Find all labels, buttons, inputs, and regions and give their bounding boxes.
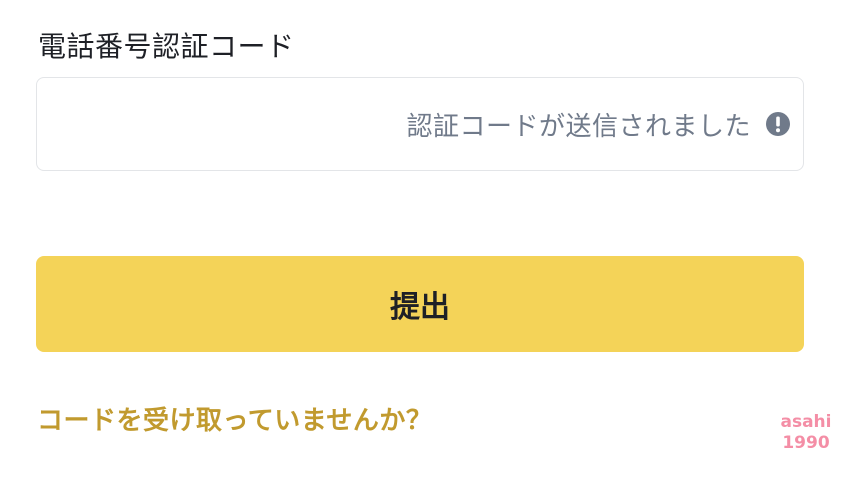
watermark: asahi 1990	[776, 412, 836, 454]
exclamation-circle-icon	[765, 111, 791, 137]
watermark-line-2: 1990	[782, 433, 830, 453]
watermark-line-1: asahi	[780, 412, 832, 432]
verification-code-input[interactable]: 認証コードが送信されました	[36, 77, 804, 171]
input-status-text: 認証コードが送信されました	[406, 111, 751, 142]
field-label: 電話番号認証コード	[38, 30, 295, 63]
submit-button[interactable]: 提出	[36, 256, 804, 352]
resend-code-link[interactable]: コードを受け取っていませんか？	[37, 400, 432, 437]
